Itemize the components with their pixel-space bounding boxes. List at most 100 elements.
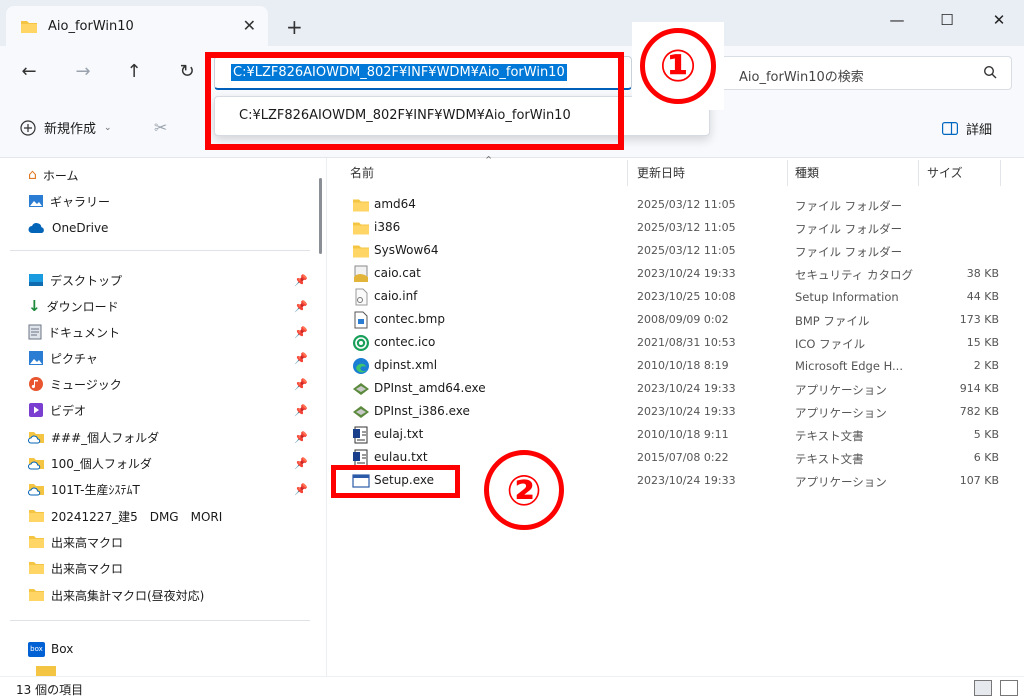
pin-icon: 📌 bbox=[294, 325, 308, 339]
search-box[interactable]: Aio_forWin10の検索 bbox=[718, 56, 1012, 90]
pin-icon: 📌 bbox=[294, 482, 308, 496]
scrollbar-thumb[interactable] bbox=[319, 178, 322, 254]
annotation-number-2: ② bbox=[484, 450, 564, 530]
maximize-button[interactable]: ☐ bbox=[932, 8, 962, 32]
pin-icon: 📌 bbox=[294, 403, 308, 417]
file-date: 2008/09/09 0:02 bbox=[637, 313, 729, 326]
bitmap-image-icon bbox=[354, 311, 368, 329]
file-type: ICO ファイル bbox=[795, 337, 866, 351]
column-divider[interactable] bbox=[787, 160, 788, 186]
file-date: 2015/07/08 0:22 bbox=[637, 451, 729, 464]
new-button[interactable]: 新規作成 ⌄ bbox=[20, 118, 112, 137]
sidebar-item-production-system[interactable]: 101T-生産ｼｽﾃﾑT 📌 bbox=[28, 478, 308, 500]
folder-icon bbox=[29, 536, 44, 548]
sidebar-item-label: 出来高マクロ bbox=[51, 561, 124, 576]
file-row-dpinst-i386[interactable]: DPInst_i386.exe 2023/10/24 19:33 アプリケーショ… bbox=[330, 400, 1024, 423]
new-tab-button[interactable]: + bbox=[286, 15, 303, 39]
sidebar-item-desktop[interactable]: デスクトップ 📌 bbox=[28, 269, 308, 291]
file-size: 2 KB bbox=[973, 359, 999, 372]
pin-icon: 📌 bbox=[294, 430, 308, 444]
column-divider[interactable] bbox=[1000, 160, 1001, 186]
sidebar-item-dekidaka-macro-1[interactable]: 出来高マクロ bbox=[28, 531, 308, 553]
sidebar-item-personal-folder-100[interactable]: 100_個人フォルダ 📌 bbox=[28, 452, 308, 474]
column-divider[interactable] bbox=[627, 160, 628, 186]
annotation-number-1: ① bbox=[640, 28, 716, 104]
sidebar-item-pictures[interactable]: ピクチャ 📌 bbox=[28, 347, 308, 369]
sidebar-divider bbox=[10, 250, 310, 251]
file-type: アプリケーション bbox=[795, 475, 887, 489]
file-name: SysWow64 bbox=[374, 243, 439, 257]
details-button[interactable]: 詳細 bbox=[942, 119, 992, 138]
sidebar-item-videos[interactable]: ビデオ 📌 bbox=[28, 399, 308, 421]
sidebar-item-label: ミュージック bbox=[50, 377, 122, 392]
search-icon[interactable] bbox=[983, 65, 997, 79]
details-pane-icon bbox=[942, 122, 958, 135]
file-row-caio-cat[interactable]: caio.cat 2023/10/24 19:33 セキュリティ カタログ 38… bbox=[330, 262, 1024, 285]
file-list: ⌃ 名前 更新日時 種類 サイズ amd64 2025/03/12 11:05 … bbox=[330, 154, 1024, 676]
installer-icon bbox=[353, 406, 369, 418]
home-icon: ⌂ bbox=[28, 167, 37, 183]
sidebar-item-label: OneDrive bbox=[52, 221, 109, 235]
folder-icon bbox=[21, 20, 37, 33]
file-size: 782 KB bbox=[959, 405, 999, 418]
sidebar-item-gallery[interactable]: ギャラリー bbox=[28, 190, 308, 212]
column-header-date[interactable]: 更新日時 bbox=[637, 164, 685, 181]
tab-aio-forwin10[interactable]: Aio_forWin10 ✕ bbox=[6, 6, 268, 46]
details-view-icon[interactable] bbox=[974, 680, 992, 696]
file-row-eulaj-txt[interactable]: eulaj.txt 2010/10/18 9:11 テキスト文書 5 KB bbox=[330, 423, 1024, 446]
sidebar-scrollbar[interactable] bbox=[316, 158, 324, 676]
sidebar-item-label: ###_個人フォルダ bbox=[51, 430, 160, 445]
sidebar-item-dekidaka-macro-2[interactable]: 出来高マクロ bbox=[28, 557, 308, 579]
back-arrow-icon[interactable]: ← bbox=[16, 61, 42, 82]
file-row-dpinst-xml[interactable]: dpinst.xml 2010/10/18 8:19 Microsoft Edg… bbox=[330, 354, 1024, 377]
file-size: 173 KB bbox=[959, 313, 999, 326]
file-type: ファイル フォルダー bbox=[795, 245, 903, 259]
file-date: 2023/10/24 19:33 bbox=[637, 474, 736, 487]
title-bar: Aio_forWin10 ✕ + — ☐ ✕ bbox=[0, 0, 1024, 46]
sidebar-item-music[interactable]: ミュージック 📌 bbox=[28, 373, 308, 395]
installer-icon bbox=[353, 383, 369, 395]
sidebar-item-label: 101T-生産ｼｽﾃﾑT bbox=[51, 482, 140, 497]
sidebar-item-downloads[interactable]: ↓ ダウンロード 📌 bbox=[28, 295, 308, 317]
annotation-box-setup bbox=[331, 465, 460, 498]
minimize-button[interactable]: — bbox=[882, 8, 912, 32]
sidebar-item-personal-folder-hash[interactable]: ###_個人フォルダ 📌 bbox=[28, 426, 308, 448]
file-name: eulau.txt bbox=[374, 450, 428, 464]
sidebar-item-box[interactable]: box Box bbox=[28, 638, 308, 660]
file-name: dpinst.xml bbox=[374, 358, 438, 372]
close-window-button[interactable]: ✕ bbox=[984, 8, 1014, 32]
column-header-size[interactable]: サイズ bbox=[927, 164, 963, 181]
file-date: 2010/10/18 9:11 bbox=[637, 428, 729, 441]
sidebar-item-home[interactable]: ⌂ ホーム bbox=[28, 164, 308, 186]
refresh-icon[interactable]: ↻ bbox=[174, 61, 200, 82]
file-row-caio-inf[interactable]: caio.inf 2023/10/25 10:08 Setup Informat… bbox=[330, 285, 1024, 308]
contec-logo-icon bbox=[353, 335, 369, 351]
up-arrow-icon[interactable]: ↑ bbox=[121, 61, 147, 82]
sidebar-item-label: 100_個人フォルダ bbox=[51, 456, 152, 471]
sidebar-item-documents[interactable]: ドキュメント 📌 bbox=[28, 321, 308, 343]
file-name: caio.cat bbox=[374, 266, 421, 280]
sidebar-item-dekidaka-summary-macro[interactable]: 出来高集計マクロ(昼夜対応) bbox=[28, 584, 308, 606]
file-date: 2023/10/24 19:33 bbox=[637, 382, 736, 395]
tab-close-icon[interactable]: ✕ bbox=[243, 16, 256, 35]
cut-icon[interactable]: ✂ bbox=[154, 118, 167, 137]
sidebar-item-onedrive[interactable]: OneDrive bbox=[28, 217, 308, 239]
file-row-i386[interactable]: i386 2025/03/12 11:05 ファイル フォルダー bbox=[330, 216, 1024, 239]
sidebar-item-label: ホーム bbox=[42, 168, 79, 183]
file-row-amd64[interactable]: amd64 2025/03/12 11:05 ファイル フォルダー bbox=[330, 193, 1024, 216]
column-header-type[interactable]: 種類 bbox=[795, 164, 819, 181]
box-logo-icon: box bbox=[28, 641, 45, 657]
file-row-contec-bmp[interactable]: contec.bmp 2008/09/09 0:02 BMP ファイル 173 … bbox=[330, 308, 1024, 331]
tiles-view-icon[interactable] bbox=[1000, 680, 1018, 696]
file-date: 2025/03/12 11:05 bbox=[637, 244, 736, 257]
file-name: DPInst_i386.exe bbox=[374, 404, 470, 418]
file-row-dpinst-amd64[interactable]: DPInst_amd64.exe 2023/10/24 19:33 アプリケーシ… bbox=[330, 377, 1024, 400]
column-divider[interactable] bbox=[918, 160, 919, 186]
video-icon bbox=[29, 403, 43, 417]
file-row-syswow64[interactable]: SysWow64 2025/03/12 11:05 ファイル フォルダー bbox=[330, 239, 1024, 262]
sort-ascending-icon: ⌃ bbox=[484, 154, 494, 167]
forward-arrow-icon[interactable]: → bbox=[70, 61, 96, 82]
file-row-contec-ico[interactable]: contec.ico 2021/08/31 10:53 ICO ファイル 15 … bbox=[330, 331, 1024, 354]
column-header-name[interactable]: 名前 bbox=[350, 164, 374, 181]
sidebar-item-dmg-mori[interactable]: 20241227_建5 DMG MORI bbox=[28, 505, 308, 527]
